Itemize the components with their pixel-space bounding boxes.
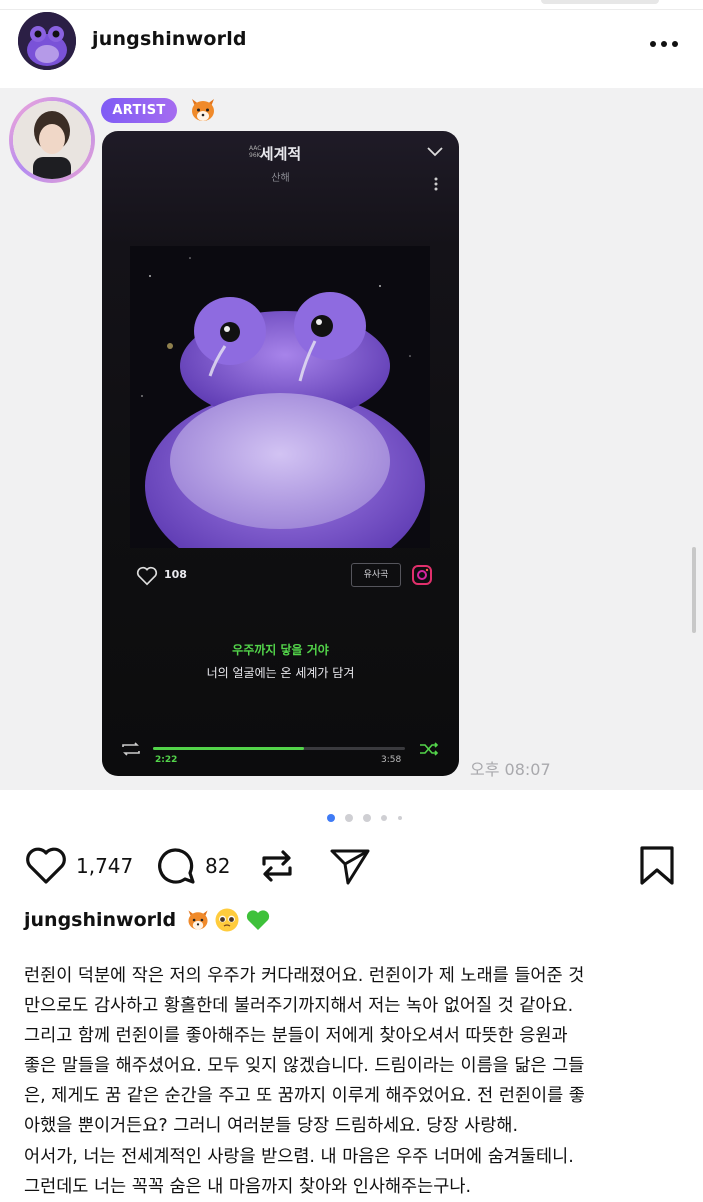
artist-avatar (9, 97, 95, 183)
profile-avatar[interactable] (18, 12, 76, 70)
lyric-current: 우주까지 닿을 거야 (232, 643, 329, 657)
bookmark-icon[interactable] (638, 845, 676, 887)
caption-line: 런쥔이 덕분에 작은 저의 우주가 커다래졌어요. 런쥔이가 제 노래를 들어준… (24, 966, 585, 986)
fox-emoji-icon (185, 907, 211, 933)
player-like-count: 108 (164, 568, 187, 581)
caption-line: 어서가, 너는 전세계적인 사랑을 받으렴. 내 마음은 우주 너머에 숨겨둘테… (24, 1147, 574, 1167)
player-heart-icon (136, 566, 158, 586)
carousel-dots (327, 812, 407, 824)
post-username[interactable]: jungshinworld (92, 28, 247, 50)
more-horizontal-icon[interactable] (649, 30, 679, 50)
caption-line: 만으로도 감사하고 황홀한데 불러주기까지해서 저는 녹아 없어질 것 같아요. (24, 996, 574, 1016)
caption-username[interactable]: jungshinworld (24, 909, 176, 931)
shuffle-icon (420, 742, 439, 756)
chat-timestamp: 오후 08:07 (470, 760, 551, 779)
time-total: 3:58 (381, 755, 402, 765)
instagram-icon (412, 565, 432, 585)
carousel-dot (363, 814, 371, 822)
chevron-down-icon (427, 147, 443, 157)
progress-fill (153, 747, 305, 750)
player-more-icon (434, 177, 438, 191)
carousel-dot (398, 816, 402, 820)
lyric-next: 너의 얼굴에는 온 세계가 담겨 (206, 666, 355, 680)
like-heart-icon[interactable] (24, 846, 68, 886)
media-scrollbar[interactable] (692, 547, 696, 633)
caption-paragraph-1: 런쥔이 덕분에 작은 저의 우주가 커다래졌어요. 런쥔이가 제 노래를 들어준… (24, 961, 684, 1141)
artist-badge: ARTIST (101, 98, 177, 123)
music-player-screenshot: AAC 96K 세계적 산해 108 유사곡 우주까지 닿을 거야 너의 얼굴에… (102, 131, 459, 776)
share-send-icon[interactable] (329, 846, 371, 886)
caption-paragraph-2: 어서가, 너는 전세계적인 사랑을 받으렴. 내 마음은 우주 너머에 숨겨둘테… (24, 1142, 684, 1202)
fox-emoji-icon (188, 95, 218, 125)
song-artist: 산해 (271, 173, 290, 184)
carousel-dot-active (327, 814, 335, 822)
green-heart-emoji-icon (245, 907, 271, 933)
repost-icon[interactable] (257, 846, 297, 886)
time-current: 2:22 (155, 755, 178, 765)
album-art (130, 246, 430, 548)
repeat-icon (122, 742, 140, 756)
progress-track (153, 747, 405, 750)
carousel-dot (345, 814, 353, 822)
pleading-face-emoji-icon (214, 907, 240, 933)
top-pill (541, 0, 659, 4)
status-strip (0, 0, 703, 10)
similar-songs-button: 유사곡 (351, 563, 401, 587)
song-title: 세계적 (259, 145, 302, 163)
caption-line: 그런데도 너는 꼭꼭 숨은 내 마음까지 찾아와 인사해주는구나. (24, 1177, 472, 1197)
caption-line: 좋은 말들을 해주셨어요. 모두 잊지 않겠습니다. 드림이라는 이름을 닮은 … (24, 1056, 585, 1076)
carousel-dot (381, 815, 387, 821)
caption-line: 그리고 함께 런쥔이를 좋아해주는 분들이 저에게 찾아오셔서 따뜻한 응원과 (24, 1026, 568, 1046)
caption-line: 아했을 뿐이거든요? 그러니 여러분들 당장 드림하세요. 당장 사랑해. (24, 1116, 519, 1136)
comment-icon[interactable] (155, 846, 197, 886)
like-count[interactable]: 1,747 (76, 854, 133, 878)
comment-count[interactable]: 82 (205, 854, 230, 878)
caption-line: 은, 제게도 꿈 같은 순간을 주고 또 꿈까지 이루게 해주었어요. 전 런쥔… (24, 1086, 585, 1106)
